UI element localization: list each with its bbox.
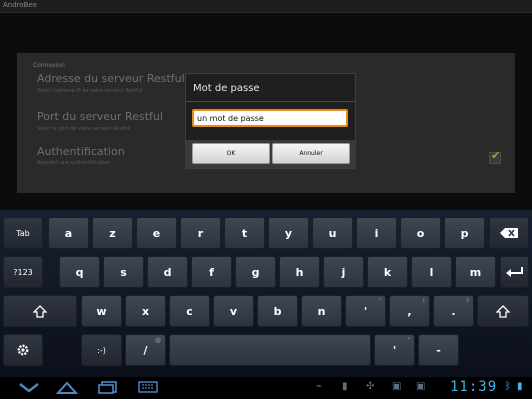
pref-title: Adresse du serveur Restful	[37, 72, 185, 85]
password-input[interactable]: un mot de passe	[192, 109, 348, 127]
key-label: /	[143, 343, 148, 357]
key-p[interactable]: p	[444, 217, 485, 249]
soft-keyboard: Tab a z e r t y u i o p ?123 q s d f g h…	[0, 210, 532, 377]
usb-debug-icon: ▮	[342, 381, 348, 392]
pref-summary: Saisir le port de votre serveur Restful	[37, 126, 131, 132]
key-z[interactable]: z	[92, 217, 133, 249]
key-y[interactable]: y	[268, 217, 309, 249]
download-icon: ▣	[416, 381, 426, 392]
back-icon[interactable]	[18, 380, 40, 398]
key-slash[interactable]: / @	[125, 334, 166, 366]
key-enter[interactable]	[500, 256, 529, 288]
shift-icon	[33, 304, 47, 318]
key-b[interactable]: b	[257, 295, 298, 327]
bluetooth-icon: ᛒ	[505, 381, 511, 392]
key-shift-left[interactable]	[3, 295, 77, 327]
key-r[interactable]: r	[180, 217, 221, 249]
usb-icon: ⌁	[316, 381, 323, 392]
key-hint: @	[155, 337, 161, 344]
section-header: Connexion	[33, 62, 65, 69]
key-hint: ?	[465, 298, 469, 305]
key-n[interactable]: n	[301, 295, 342, 327]
key-h[interactable]: h	[279, 256, 320, 288]
password-dialog: Mot de passe un mot de passe OK Annuler	[185, 73, 356, 169]
app-title: AndroBee	[3, 1, 38, 9]
key-label: .	[451, 304, 456, 318]
key-v[interactable]: v	[213, 295, 254, 327]
key-q[interactable]: q	[59, 256, 100, 288]
app-title-bar: AndroBee	[0, 0, 532, 13]
key-l[interactable]: l	[411, 256, 452, 288]
image-icon: ▣	[392, 381, 402, 392]
android-icon: ✣	[366, 381, 375, 392]
key-backspace[interactable]	[489, 217, 529, 249]
key-settings[interactable]	[3, 334, 43, 366]
key-dash[interactable]: -	[418, 334, 459, 366]
keyboard-icon[interactable]	[138, 380, 158, 398]
key-o[interactable]: o	[400, 217, 441, 249]
shift-icon	[496, 304, 510, 318]
settings-icon	[17, 344, 29, 356]
key-e[interactable]: e	[136, 217, 177, 249]
battery-icon: ▮	[517, 381, 523, 392]
clock: 11:39	[450, 379, 498, 395]
key-m[interactable]: m	[455, 256, 496, 288]
system-bar: ⌁ ▮ ✣ ▣ ▣ 11:39 ᛒ ▮	[0, 377, 532, 399]
key-label: '	[392, 343, 397, 357]
backspace-icon	[500, 228, 518, 238]
key-space[interactable]	[169, 334, 371, 366]
key-j[interactable]: j	[323, 256, 364, 288]
key-x[interactable]: x	[125, 295, 166, 327]
key-f[interactable]: f	[191, 256, 232, 288]
key-w[interactable]: w	[81, 295, 122, 327]
key-tab[interactable]: Tab	[3, 217, 43, 249]
key-symbols[interactable]: ?123	[3, 256, 43, 288]
cancel-button[interactable]: Annuler	[272, 143, 350, 164]
key-s[interactable]: s	[103, 256, 144, 288]
key-apostrophe[interactable]: ' "	[345, 295, 386, 327]
pref-title: Port du serveur Restful	[37, 110, 163, 123]
key-label: '	[363, 304, 368, 318]
key-a[interactable]: a	[48, 217, 89, 249]
pref-title: Authentification	[37, 145, 125, 158]
key-k[interactable]: k	[367, 256, 408, 288]
key-label: ,	[407, 304, 412, 318]
key-u[interactable]: u	[312, 217, 353, 249]
key-comma[interactable]: , !	[389, 295, 430, 327]
key-c[interactable]: c	[169, 295, 210, 327]
key-i[interactable]: i	[356, 217, 397, 249]
dialog-title: Mot de passe	[193, 83, 260, 94]
recent-apps-icon[interactable]	[97, 380, 119, 398]
key-period[interactable]: . ?	[433, 295, 474, 327]
key-smiley[interactable]: :-)	[81, 334, 122, 366]
dialog-button-bar: OK Annuler	[186, 140, 355, 168]
pref-summary: Requiert une authentification	[37, 160, 111, 166]
ok-button[interactable]: OK	[192, 143, 270, 164]
auth-checkbox[interactable]: ✔	[489, 149, 501, 164]
home-icon[interactable]	[55, 380, 79, 398]
key-hint: "	[378, 298, 381, 305]
dialog-divider	[186, 101, 355, 102]
key-hint: !	[422, 298, 425, 305]
settings-screen: Connexion Adresse du serveur Restful Sai…	[0, 13, 532, 210]
key-d[interactable]: d	[147, 256, 188, 288]
key-hint: "	[407, 337, 410, 344]
enter-icon	[505, 267, 523, 277]
key-g[interactable]: g	[235, 256, 276, 288]
check-icon: ✔	[491, 149, 501, 162]
key-apostrophe-2[interactable]: ' "	[374, 334, 415, 366]
key-t[interactable]: t	[224, 217, 265, 249]
pref-summary: Saisir l'adresse IP de votre serveur Res…	[37, 88, 143, 94]
key-shift-right[interactable]	[477, 295, 529, 327]
